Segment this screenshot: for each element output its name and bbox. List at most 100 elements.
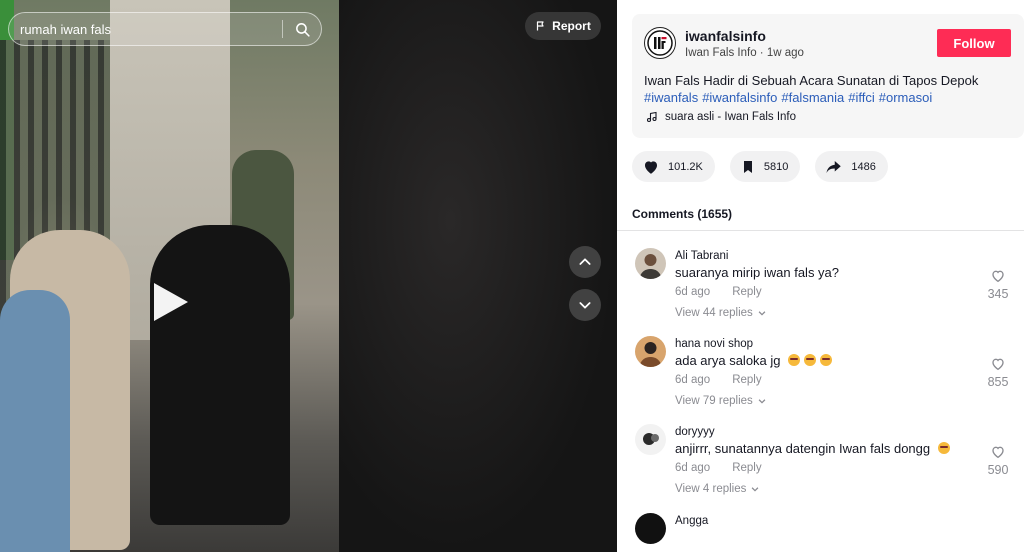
comment-like-button[interactable]: 590 [981, 444, 1015, 477]
comments-divider [617, 230, 1024, 231]
video-frame[interactable] [0, 0, 339, 552]
comment-like-count: 855 [987, 375, 1009, 389]
music-link[interactable]: suara asli - Iwan Fals Info [646, 111, 796, 123]
comment-like-button[interactable]: 345 [981, 268, 1015, 301]
chevron-down-icon [758, 399, 766, 404]
post-time: 1w ago [766, 47, 804, 59]
heart-outline-icon [992, 446, 1004, 459]
hashtag-link[interactable]: #iffci [848, 90, 875, 105]
comment-avatar[interactable] [635, 513, 666, 544]
comment-text-content: ada arya saloka jg [675, 353, 781, 368]
laughing-emoji-icon [804, 354, 817, 366]
comment-text: suaranya mirip iwan fals ya? [675, 265, 840, 280]
subline-separator: · [756, 47, 767, 59]
music-label: suara asli - Iwan Fals Info [665, 111, 797, 123]
comment-author[interactable]: Ali Tabrani [675, 250, 729, 262]
laughing-emoji-icon [788, 354, 801, 366]
view-replies-label: View 4 replies [675, 483, 747, 495]
search-box [8, 12, 322, 46]
comment-time: 6d ago [675, 462, 711, 474]
view-replies-label: View 79 replies [675, 395, 753, 407]
user-avatar-icon [635, 248, 666, 279]
comment-text: ada arya saloka jg [675, 353, 833, 368]
chevron-down-icon [579, 302, 591, 309]
action-bar: 101.2K 5810 1486 [632, 151, 888, 182]
chevron-down-icon [752, 487, 759, 492]
comment-avatar[interactable] [635, 248, 666, 279]
save-count: 5810 [763, 160, 789, 173]
bookmark-icon [743, 160, 752, 173]
comment-author[interactable]: Angga [675, 515, 708, 527]
user-avatar-icon [635, 424, 666, 455]
video-background [339, 0, 617, 552]
chevron-down-icon [758, 311, 766, 316]
user-avatar-icon [635, 336, 666, 367]
comment-like-count: 590 [987, 463, 1009, 477]
comment-author[interactable]: hana novi shop [675, 338, 753, 350]
comment-text: anjirrr, sunatannya datengin Iwan fals d… [675, 441, 950, 456]
post-hashtags: #iwanfals #iwanfalsinfo #falsmania #iffci #o… [644, 89, 1014, 106]
like-count: 101.2K [668, 160, 703, 173]
comment-meta: 6d ago Reply [675, 286, 762, 298]
report-label: Report [552, 19, 591, 33]
like-button[interactable]: 101.2K [632, 151, 715, 182]
video-pane: Report [0, 0, 617, 552]
comment-avatar[interactable] [635, 424, 666, 455]
view-replies-link[interactable]: View 4 replies [675, 483, 760, 495]
hashtag-link[interactable]: #falsmania [781, 90, 844, 105]
video-scene-person [0, 290, 70, 552]
share-button[interactable]: 1486 [815, 151, 888, 182]
view-replies-link[interactable]: View 44 replies [675, 307, 767, 319]
comment-time: 6d ago [675, 374, 711, 386]
comment-time: 6d ago [675, 286, 711, 298]
comment-item: hana novi shop ada arya saloka jg 6d ago… [635, 336, 1015, 416]
view-replies-link[interactable]: View 79 replies [675, 395, 767, 407]
iwanfalsinfo-logo-icon [647, 30, 673, 56]
hashtag-link[interactable]: #iwanfals [644, 90, 698, 105]
previous-video-button[interactable] [569, 246, 601, 278]
view-replies-label: View 44 replies [675, 307, 753, 319]
comment-item: Ali Tabrani suaranya mirip iwan fals ya?… [635, 248, 1015, 328]
search-button[interactable] [283, 12, 321, 46]
follow-button[interactable]: Follow [937, 29, 1011, 57]
comment-meta: 6d ago Reply [675, 462, 762, 474]
search-icon [295, 22, 310, 37]
comment-avatar[interactable] [635, 336, 666, 367]
heart-icon [645, 160, 657, 174]
author-display-name: Iwan Fals Info [685, 47, 757, 59]
side-panel: iwanfalsinfo Iwan Fals Info · 1w ago Fol… [617, 0, 1024, 552]
author-username[interactable]: iwanfalsinfo [685, 28, 766, 44]
laughing-emoji-icon [820, 354, 833, 366]
play-icon [154, 283, 188, 321]
comment-meta: 6d ago Reply [675, 374, 762, 386]
comment-item: doryyyy anjirrr, sunatannya datengin Iwa… [635, 424, 1015, 504]
save-button[interactable]: 5810 [729, 151, 801, 182]
reply-link[interactable]: Reply [732, 374, 761, 386]
comment-author[interactable]: doryyyy [675, 426, 715, 438]
author-avatar[interactable] [644, 27, 676, 59]
hashtag-link[interactable]: #ormasoi [879, 90, 932, 105]
play-button[interactable] [148, 280, 192, 324]
reply-link[interactable]: Reply [732, 286, 761, 298]
hashtag-link[interactable]: #iwanfalsinfo [702, 90, 777, 105]
chevron-up-icon [579, 258, 591, 265]
music-note-icon [646, 111, 657, 123]
share-count: 1486 [851, 160, 876, 173]
heart-outline-icon [992, 358, 1004, 371]
flag-icon [537, 21, 544, 31]
next-video-button[interactable] [569, 289, 601, 321]
video-scene-person [150, 225, 290, 525]
comment-like-button[interactable]: 855 [981, 356, 1015, 389]
reply-link[interactable]: Reply [732, 462, 761, 474]
grimacing-emoji-icon [937, 442, 950, 454]
comment-like-count: 345 [987, 287, 1009, 301]
post-info-card: iwanfalsinfo Iwan Fals Info · 1w ago Fol… [632, 14, 1024, 138]
author-subline: Iwan Fals Info · 1w ago [685, 47, 804, 59]
comments-header: Comments (1655) [632, 207, 733, 221]
report-button[interactable]: Report [525, 12, 601, 40]
app-root: Report iwanfalsinfo [0, 0, 1024, 552]
share-icon [826, 160, 842, 173]
comment-item: Angga [635, 513, 1015, 552]
search-input[interactable] [9, 21, 282, 37]
comment-text-content: anjirrr, sunatannya datengin Iwan fals d… [675, 441, 931, 456]
